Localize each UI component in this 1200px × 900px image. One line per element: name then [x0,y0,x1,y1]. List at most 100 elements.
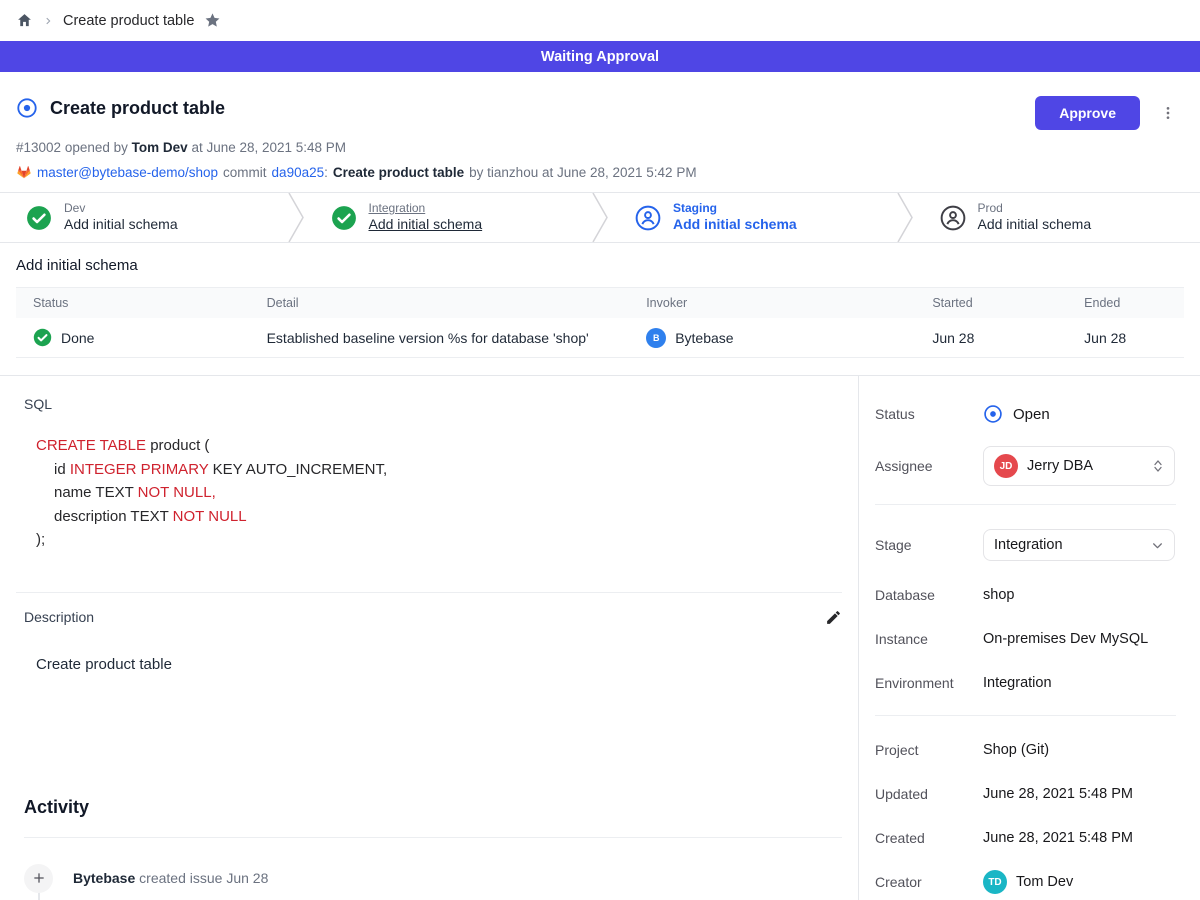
creator-value[interactable]: Tom Dev [1016,874,1073,890]
task-table-header: Status Detail Invoker Started Ended [16,288,1184,318]
task-detail-value: Established baseline version %s for data… [267,330,589,346]
sql-keyword: INTEGER PRIMARY [70,461,209,478]
stage-prod[interactable]: Prod Add initial schema [914,193,1200,242]
gitlab-icon [16,164,32,180]
activity-action: created issue Jun 28 [139,870,268,886]
breadcrumb: Create product table [0,0,1200,41]
commit-hash-link[interactable]: da90a25 [272,165,325,180]
task-table: Status Detail Invoker Started Ended Done… [16,287,1184,358]
chevron-right-icon [43,16,53,26]
stage-separator [591,193,609,242]
check-circle-icon [26,205,52,231]
issue-author[interactable]: Tom Dev [132,140,188,155]
breadcrumb-page-title: Create product table [63,13,194,29]
sql-text: ); [36,531,45,548]
assignee-select[interactable]: JD Jerry DBA [983,446,1175,486]
commit-word: commit [223,165,267,180]
pipeline-stage-bar: Dev Add initial schema Integration Add i… [0,192,1200,243]
column-invoker: Invoker [629,296,915,310]
created-value: June 28, 2021 5:48 PM [983,830,1176,846]
commit-colon: : [324,165,328,180]
plus-icon [24,864,53,893]
approve-button[interactable]: Approve [1035,96,1140,130]
stage-staging[interactable]: Staging Add initial schema [609,193,896,242]
creator-avatar: TD [983,870,1007,894]
instance-value[interactable]: On-premises Dev MySQL [983,631,1176,647]
stage-dev[interactable]: Dev Add initial schema [0,193,287,242]
task-status-value: Done [61,330,94,346]
issue-header: Create product table Approve #13002 open… [0,72,1200,180]
divider [16,592,842,593]
table-row[interactable]: Done Established baseline version %s for… [16,318,1184,357]
edit-pencil-icon[interactable] [825,609,842,626]
activity-actor[interactable]: Bytebase [73,870,135,886]
stage-task-label: Add initial schema [64,216,178,234]
home-icon[interactable] [16,12,33,29]
status-label: Status [875,406,983,422]
status-value: Open [1013,406,1050,423]
commit-byline: by tianzhou at June 28, 2021 5:42 PM [469,165,696,180]
kebab-menu-icon[interactable] [1152,104,1184,122]
person-circle-icon [940,205,966,231]
stage-env-label: Prod [978,201,1092,216]
task-section: Add initial schema Status Detail Invoker… [0,243,1200,358]
assignee-avatar: JD [994,454,1018,478]
sql-text: product ( [146,437,209,454]
environment-value[interactable]: Integration [983,675,1176,691]
updown-chevron-icon [1152,459,1164,473]
open-status-icon [983,404,1003,424]
stage-separator [287,193,305,242]
sql-keyword: NOT NULL [173,508,247,525]
commit-line: master@bytebase-demo/shop commit da90a25… [16,164,1184,180]
updated-label: Updated [875,786,983,802]
task-section-title: Add initial schema [16,257,1184,274]
sql-keyword: NOT NULL, [138,484,216,501]
activity-timeline: Bytebase created issue Jun 28 [24,864,842,893]
description-text[interactable]: Create product table [36,656,842,673]
activity-heading: Activity [24,797,842,818]
environment-label: Environment [875,675,983,691]
stage-select[interactable]: Integration [983,529,1175,561]
stage-task-label: Add initial schema [978,216,1092,234]
stage-value: Integration [994,537,1142,553]
stage-env-label: Integration [369,201,483,216]
updated-value: June 28, 2021 5:48 PM [983,786,1176,802]
sql-code-block[interactable]: CREATE TABLE product (id INTEGER PRIMARY… [36,434,842,552]
page-title: Create product table [50,98,225,119]
task-invoker-value: Bytebase [675,330,733,346]
instance-label: Instance [875,631,983,647]
list-item: Bytebase created issue Jun 28 [24,864,842,893]
star-icon[interactable] [204,12,221,29]
sql-text: KEY AUTO_INCREMENT, [208,461,387,478]
database-value[interactable]: shop [983,587,1176,603]
column-started: Started [915,296,1067,310]
project-value[interactable]: Shop (Git) [983,742,1176,758]
stage-integration[interactable]: Integration Add initial schema [305,193,592,242]
main-panel: SQL CREATE TABLE product (id INTEGER PRI… [0,376,858,900]
commit-branch-link[interactable]: master@bytebase-demo/shop [37,165,218,180]
issue-meta: #13002 opened by Tom Dev at June 28, 202… [16,140,1184,155]
check-circle-icon [33,328,52,347]
project-label: Project [875,742,983,758]
assignee-value: Jerry DBA [1027,458,1143,474]
column-detail: Detail [250,296,630,310]
invoker-avatar: B [646,328,666,348]
issue-open-status-icon [16,97,38,119]
stage-label: Stage [875,537,983,553]
creator-label: Creator [875,874,983,890]
task-started-value: Jun 28 [932,330,974,346]
divider [875,715,1176,716]
divider [875,504,1176,505]
stage-separator [896,193,914,242]
status-banner: Waiting Approval [0,41,1200,72]
stage-env-label: Dev [64,201,178,216]
sql-text: name TEXT [54,484,138,501]
check-circle-icon [331,205,357,231]
stage-env-label: Staging [673,201,797,216]
commit-message: Create product table [333,165,464,180]
sql-label: SQL [24,396,842,412]
created-label: Created [875,830,983,846]
task-ended-value: Jun 28 [1084,330,1126,346]
sql-text: id [54,461,70,478]
assignee-label: Assignee [875,458,983,474]
